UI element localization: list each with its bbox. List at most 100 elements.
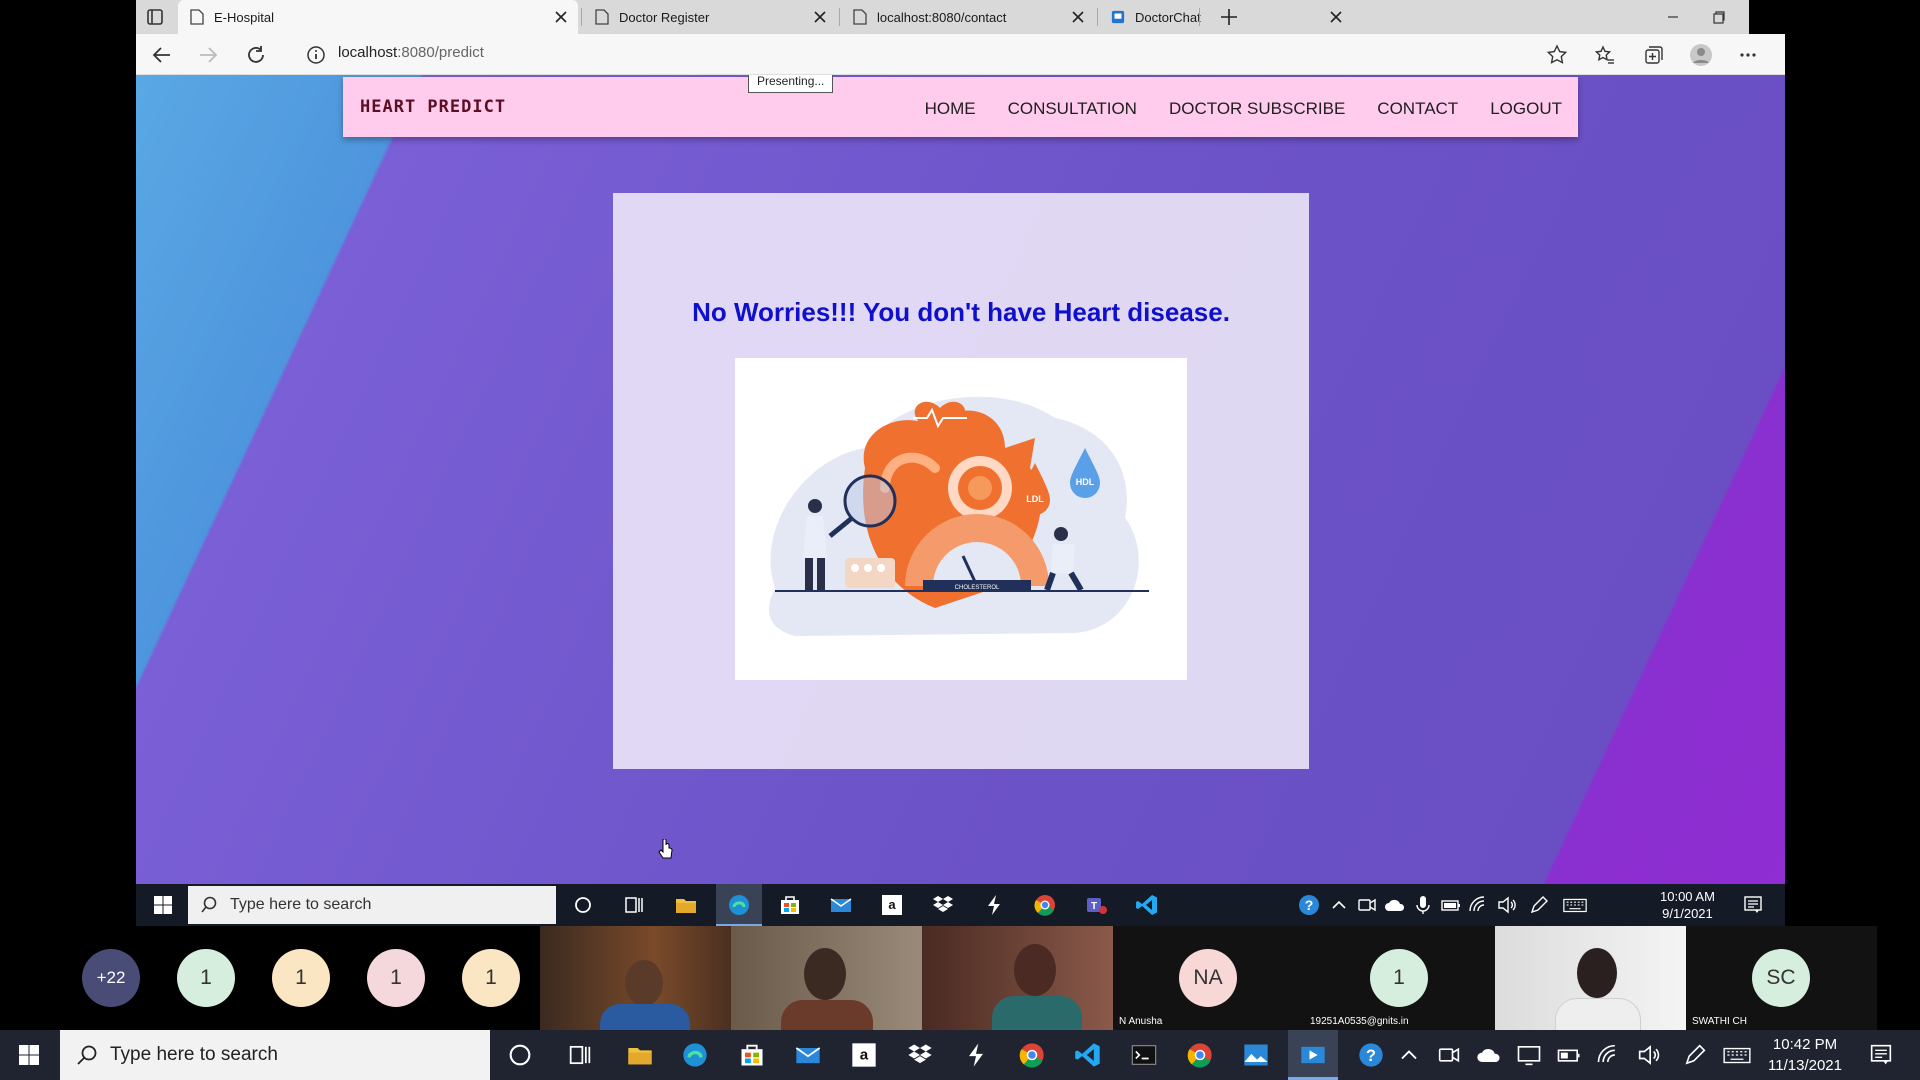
amazon-icon[interactable]: a [879, 893, 905, 917]
person-head [1577, 948, 1617, 998]
onedrive-icon[interactable] [1474, 1041, 1504, 1069]
new-tab-icon[interactable] [1218, 6, 1240, 28]
more-options-icon[interactable] [1736, 43, 1760, 67]
participant-avatar[interactable]: 1 [177, 949, 235, 1007]
edge-browser-icon[interactable] [726, 893, 752, 917]
wifi-icon[interactable] [1594, 1041, 1624, 1069]
illustration-svg: HDL LDL CHOLESTEROL [769, 396, 1149, 636]
favorites-icon[interactable] [1593, 43, 1617, 67]
close-tab-icon[interactable] [1071, 10, 1085, 24]
pen-icon[interactable] [1526, 893, 1552, 917]
site-info-icon[interactable] [304, 43, 328, 67]
store-icon[interactable] [737, 1041, 767, 1069]
volume-icon[interactable] [1634, 1041, 1664, 1069]
keyboard-icon[interactable] [1722, 1041, 1752, 1069]
minimize-icon[interactable] [1660, 4, 1686, 30]
search-icon [201, 896, 217, 913]
edge-browser-icon[interactable] [680, 1041, 710, 1069]
nav-doctor-subscribe[interactable]: DOCTOR SUBSCRIBE [1169, 99, 1345, 119]
collections-icon[interactable] [1641, 43, 1665, 67]
meet-now-icon[interactable] [1434, 1041, 1464, 1069]
wifi-icon[interactable] [1466, 893, 1492, 917]
shared-search-box[interactable]: Type here to search [188, 886, 556, 924]
favorite-add-icon[interactable] [1545, 43, 1569, 67]
url-field[interactable]: localhost:8080/predict [338, 44, 484, 61]
nav-logout[interactable]: LOGOUT [1490, 99, 1562, 119]
participant-avatar[interactable]: 1 [272, 949, 330, 1007]
cortana-icon[interactable] [505, 1041, 535, 1069]
task-view-icon[interactable] [621, 893, 647, 917]
chrome-profile-icon[interactable] [1185, 1041, 1215, 1069]
vscode-icon[interactable] [1073, 1041, 1103, 1069]
participant-video-tile[interactable] [1495, 926, 1686, 1030]
taskbar-search-box[interactable]: Type here to search [60, 1030, 490, 1080]
dropbox-icon[interactable] [905, 1041, 935, 1069]
participant-tile-na[interactable]: NA N Anusha [1113, 926, 1304, 1030]
tab-actions-icon[interactable] [144, 6, 166, 28]
help-icon[interactable]: ? [1356, 1041, 1386, 1069]
close-tab-icon[interactable] [554, 10, 568, 24]
file-explorer-icon[interactable] [673, 893, 699, 917]
pen-icon[interactable] [1680, 1041, 1710, 1069]
volume-icon[interactable] [1494, 893, 1520, 917]
keyboard-icon[interactable] [1562, 893, 1588, 917]
tab-separator [839, 8, 840, 26]
mail-icon[interactable] [793, 1041, 823, 1069]
store-icon[interactable] [777, 893, 803, 917]
participant-avatar[interactable]: 1 [367, 949, 425, 1007]
teams-icon[interactable]: T [1083, 893, 1109, 917]
participant-video-tile[interactable] [922, 926, 1113, 1030]
nav-consultation[interactable]: CONSULTATION [1008, 99, 1137, 119]
microphone-icon[interactable] [1410, 893, 1436, 917]
help-icon[interactable]: ? [1296, 893, 1322, 917]
taskbar-clock[interactable]: 10:42 PM 11/13/2021 [1755, 1034, 1855, 1076]
display-icon[interactable] [1514, 1041, 1544, 1069]
power-automate-icon[interactable] [981, 893, 1007, 917]
terminal-icon[interactable] [1129, 1041, 1159, 1069]
notifications-icon[interactable] [1740, 893, 1766, 917]
tab-contact[interactable]: localhost:8080/contact [841, 0, 1095, 34]
shared-clock[interactable]: 10:00 AM 9/1/2021 [1660, 888, 1715, 922]
close-tab-icon[interactable] [1329, 10, 1343, 24]
tab-doctor-register[interactable]: Doctor Register [583, 0, 837, 34]
more-participants-badge[interactable]: +22 [82, 949, 140, 1007]
notifications-icon[interactable] [1866, 1041, 1896, 1069]
page-icon [595, 9, 609, 25]
amazon-icon[interactable]: a [849, 1041, 879, 1069]
tab-e-hospital[interactable]: E-Hospital [178, 0, 578, 34]
participant-avatar[interactable]: 1 [462, 949, 520, 1007]
battery-icon[interactable] [1554, 1041, 1584, 1069]
meet-now-icon[interactable] [1354, 893, 1380, 917]
participant-tile-sc[interactable]: SC SWATHI CH [1686, 926, 1877, 1030]
vscode-icon[interactable] [1134, 893, 1160, 917]
participant-tile-email[interactable]: 1 19251A0535@gnits.in [1304, 926, 1495, 1030]
show-hidden-icons[interactable] [1394, 1041, 1424, 1069]
power-automate-icon[interactable] [961, 1041, 991, 1069]
cortana-icon[interactable] [570, 893, 596, 917]
photos-icon[interactable] [1241, 1041, 1271, 1069]
task-view-icon[interactable] [565, 1041, 595, 1069]
brand-logo[interactable]: HEART PREDICT [360, 97, 506, 117]
profile-avatar-icon[interactable] [1689, 43, 1713, 67]
refresh-icon[interactable] [244, 43, 268, 67]
close-tab-icon[interactable] [813, 10, 827, 24]
windows-start-icon[interactable] [150, 893, 176, 917]
forward-icon[interactable] [196, 43, 220, 67]
onedrive-icon[interactable] [1382, 893, 1408, 917]
dropbox-icon[interactable] [930, 893, 956, 917]
back-icon[interactable] [150, 43, 174, 67]
windows-start-icon[interactable] [18, 1044, 40, 1066]
participant-video-tile[interactable] [731, 926, 922, 1030]
battery-icon[interactable] [1438, 893, 1464, 917]
mail-icon[interactable] [828, 893, 854, 917]
screen-share-app-icon[interactable] [1298, 1041, 1328, 1069]
nav-home[interactable]: HOME [925, 99, 976, 119]
show-hidden-icons[interactable] [1326, 893, 1352, 917]
chrome-icon[interactable] [1032, 893, 1058, 917]
chrome-icon[interactable] [1017, 1041, 1047, 1069]
participant-video-tile[interactable] [540, 926, 731, 1030]
nav-contact[interactable]: CONTACT [1377, 99, 1458, 119]
restore-icon[interactable] [1706, 4, 1732, 30]
chat-app-icon [1111, 10, 1125, 24]
file-explorer-icon[interactable] [625, 1041, 655, 1069]
